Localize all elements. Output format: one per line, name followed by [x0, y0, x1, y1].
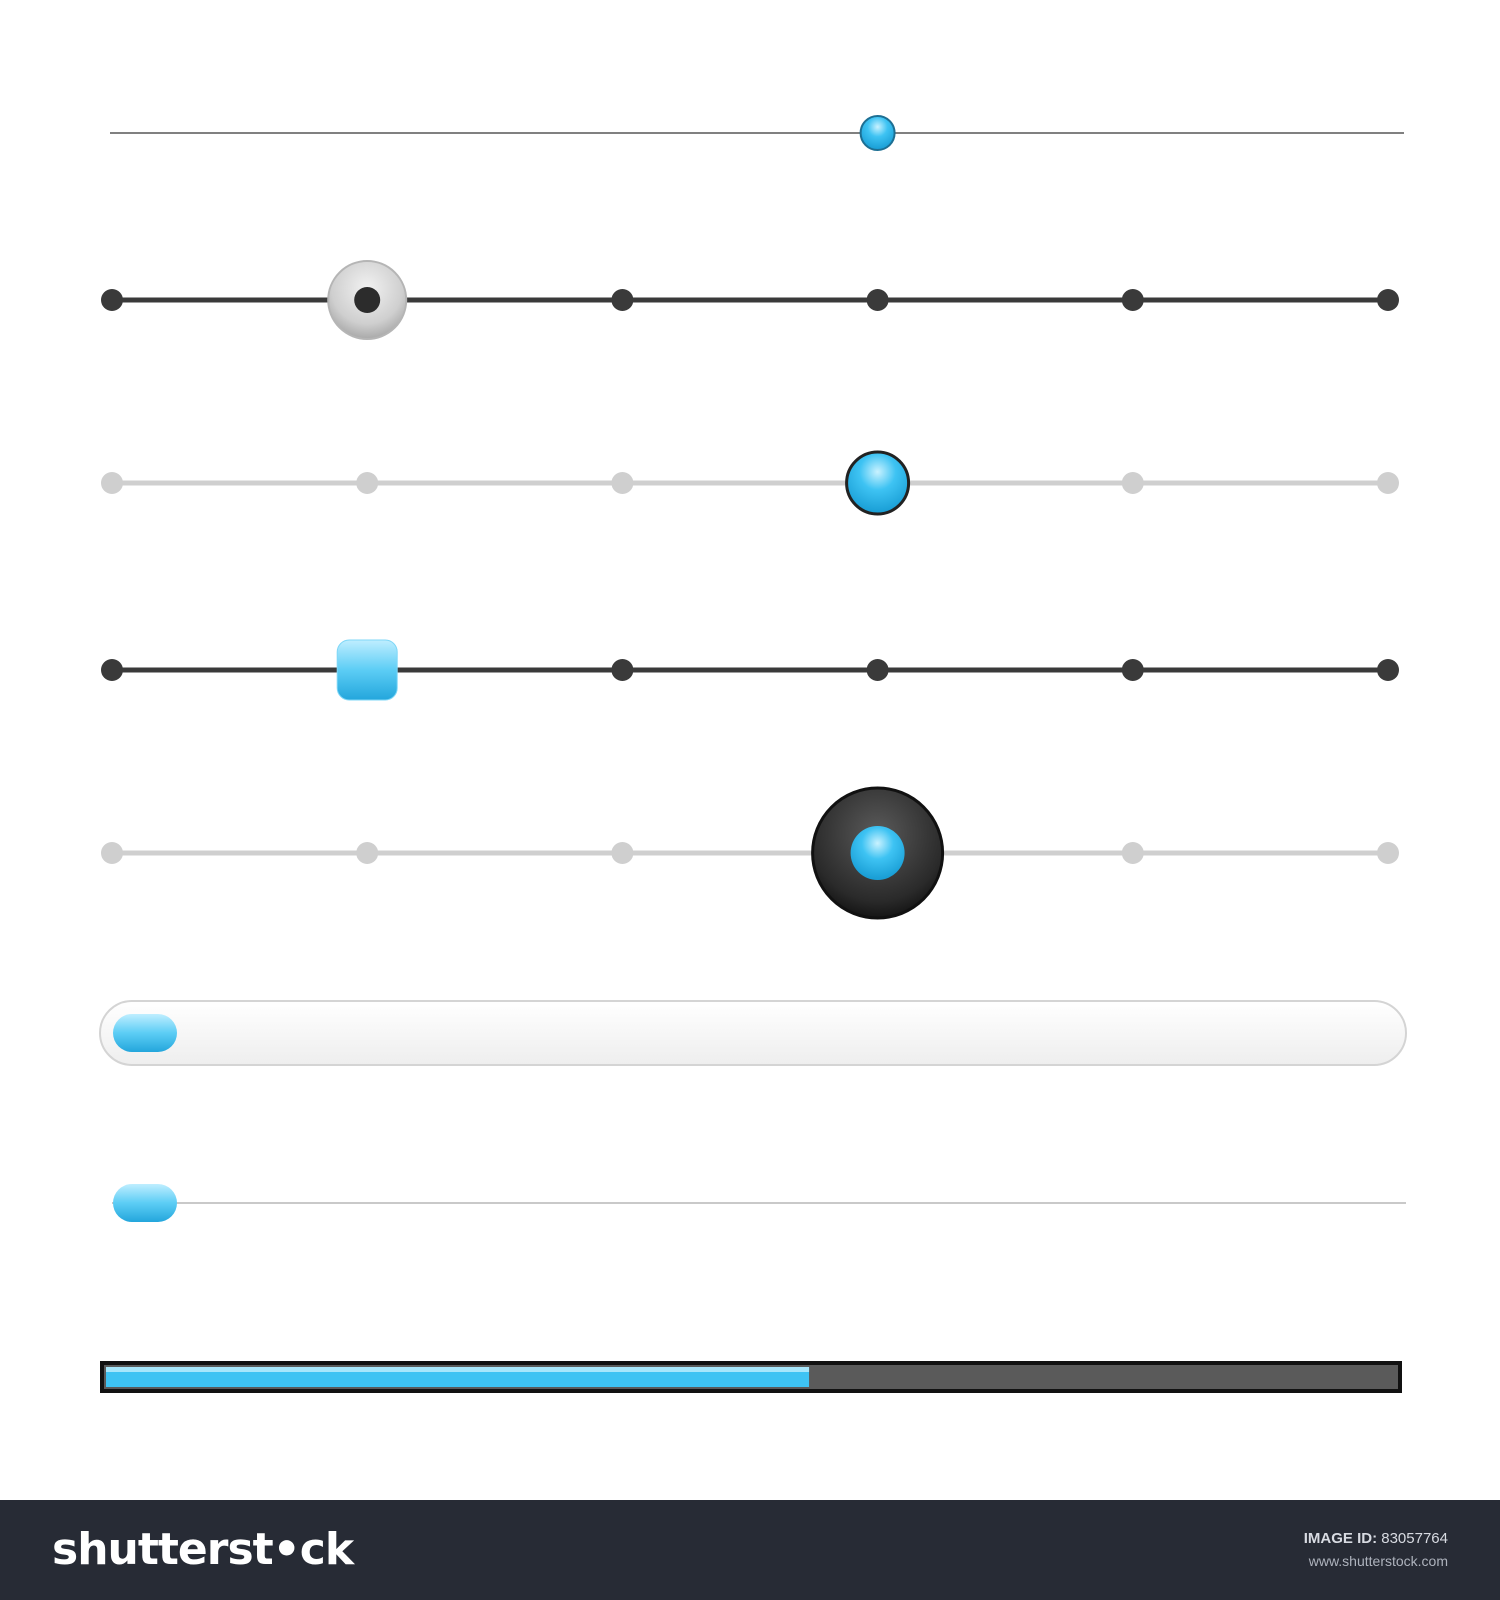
slider-knob[interactable] — [113, 1014, 177, 1052]
slider-light-stepped-big-dark-knob[interactable] — [101, 786, 1399, 920]
slider-step-dot[interactable] — [1121, 659, 1144, 681]
slider-thin-line-pill[interactable] — [112, 1184, 1406, 1222]
slider-step-dot[interactable] — [1121, 472, 1144, 494]
footer-bar: shutterst•ck IMAGE ID: 83057764 www.shut… — [0, 1500, 1500, 1600]
slider-knob-center — [850, 826, 905, 880]
slider-step-dot[interactable] — [1121, 842, 1144, 864]
slider-step-dot[interactable] — [101, 472, 123, 494]
slider-step-dot[interactable] — [611, 472, 634, 494]
brand-logo[interactable]: shutterst•ck — [52, 1520, 354, 1580]
slider-knob[interactable] — [845, 450, 911, 516]
slider-knob[interactable] — [336, 639, 398, 701]
slider-step-dot[interactable] — [1377, 289, 1399, 311]
slider-step-dot[interactable] — [1377, 472, 1399, 494]
slider-rounded-track-pill[interactable] — [99, 1000, 1407, 1066]
slider-step-dot[interactable] — [1377, 842, 1399, 864]
slider-track[interactable] — [99, 1000, 1407, 1066]
slider-step-dot[interactable] — [101, 659, 123, 681]
slider-step-dot[interactable] — [356, 842, 379, 864]
slider-step-dot[interactable] — [611, 842, 634, 864]
slider-dark-stepped-gray-knob[interactable] — [101, 260, 1399, 340]
slider-step-dot[interactable] — [866, 659, 889, 681]
image-id-block: IMAGE ID: 83057764 www.shutterstock.com — [1304, 1528, 1448, 1572]
slider-step-dot[interactable] — [866, 289, 889, 311]
sliders-svg — [99, 115, 1407, 1393]
slider-step-dot[interactable] — [1121, 289, 1144, 311]
slider-knob-center — [354, 287, 381, 313]
site-url[interactable]: www.shutterstock.com — [1304, 1550, 1448, 1572]
slider-step-dot[interactable] — [1377, 659, 1399, 681]
image-id-label: IMAGE ID: — [1303, 1530, 1378, 1547]
slider-step-dot[interactable] — [611, 659, 634, 681]
image-id-value: 83057764 — [1381, 1530, 1448, 1547]
slider-knob[interactable] — [859, 115, 896, 151]
progress-bar[interactable] — [100, 1361, 1402, 1393]
slider-thin-blue[interactable] — [110, 115, 1404, 151]
slider-knob[interactable] — [113, 1184, 177, 1222]
slider-step-dot[interactable] — [101, 842, 123, 864]
image-id-line: IMAGE ID: 83057764 — [1304, 1528, 1448, 1550]
slider-step-dot[interactable] — [611, 289, 634, 311]
progress-fill-highlight — [106, 1367, 810, 1372]
sliders-canvas — [0, 0, 1500, 1500]
slider-step-dot[interactable] — [356, 472, 379, 494]
slider-step-dot[interactable] — [101, 289, 123, 311]
slider-light-stepped-blue-knob[interactable] — [101, 450, 1399, 516]
slider-dark-stepped-square-knob[interactable] — [101, 639, 1399, 701]
